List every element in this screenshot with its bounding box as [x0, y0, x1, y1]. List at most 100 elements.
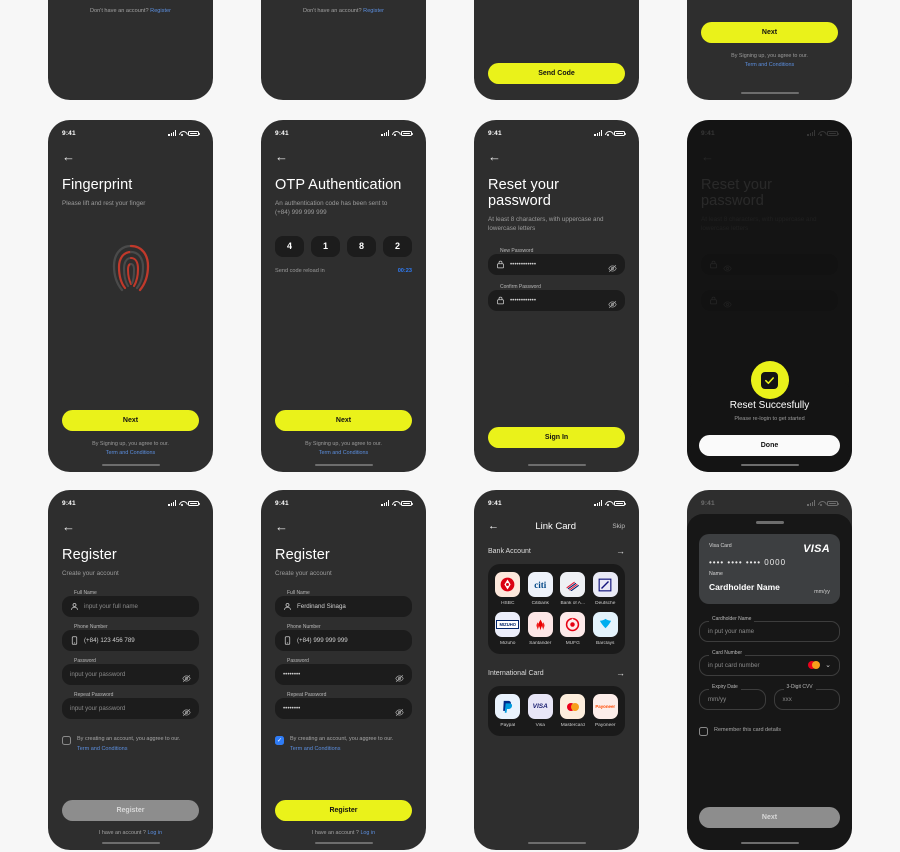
eye-off-icon[interactable] [182, 670, 191, 683]
bank-of-america-logo [560, 572, 586, 597]
battery-icon [401, 500, 413, 506]
card-tile-mastercard[interactable]: Mastercard [559, 694, 587, 728]
bank-tile-deutsche[interactable]: Deutsche [592, 572, 620, 606]
arrow-right-icon[interactable]: → [616, 668, 625, 678]
status-icons [168, 500, 200, 506]
card-number-field[interactable]: Card Number in put card number ⌄ [699, 649, 840, 676]
bank-name: Mizuho [500, 641, 516, 646]
status-icons [168, 130, 200, 136]
expiry-date-field[interactable]: Expiry Date mm/yy [699, 683, 766, 710]
eye-off-icon[interactable] [395, 670, 404, 683]
no-account-text: Don't have an account? [89, 8, 149, 14]
terms-link[interactable]: Term and Conditions [290, 745, 393, 754]
otp-timer: 00:23 [397, 267, 412, 274]
bank-tile-citibank[interactable]: citi Citibank [527, 572, 555, 606]
bank-name: Bank of A... [560, 601, 586, 606]
confirm-password-value: •••••••••••• [510, 296, 536, 304]
status-bar: 9:41 [488, 120, 626, 140]
bank-tile-mizuho[interactable]: MIZUHO Mizuho [494, 612, 522, 646]
back-button[interactable]: ← [275, 150, 291, 163]
new-password-field[interactable]: New Password •••••••••••• [488, 247, 625, 275]
mastercard-circles [566, 702, 579, 711]
skip-button[interactable]: Skip [612, 523, 625, 530]
consent-checkbox[interactable] [62, 736, 71, 746]
next-button[interactable]: Next [62, 409, 199, 431]
hsbc-logo [495, 572, 521, 597]
terms-link[interactable]: Term and Conditions [77, 745, 180, 754]
back-button[interactable]: ← [62, 150, 78, 163]
password-field[interactable]: Password input your password [62, 658, 199, 686]
arrow-right-icon[interactable]: → [616, 546, 625, 556]
remember-card-checkbox[interactable] [699, 726, 708, 736]
confirm-password-field[interactable]: Confirm Password •••••••••••• [488, 283, 625, 311]
otp-digit-2[interactable]: 1 [311, 235, 340, 257]
cardholder-name-field[interactable]: Cardholder Name in put your name [699, 615, 840, 642]
repeat-password-field[interactable]: Repeat Password •••••••• [275, 692, 412, 720]
page-subtitle: Create your account [62, 570, 119, 577]
back-button[interactable]: ← [488, 150, 504, 163]
register-button[interactable]: Register [275, 800, 412, 821]
terms-link[interactable]: Term and Conditions [275, 449, 412, 458]
next-button[interactable]: Next [701, 22, 838, 43]
have-account-text: I have an account ? [98, 830, 146, 836]
signal-icon [168, 500, 176, 506]
full-name-field[interactable]: Full Name input your full name [62, 590, 199, 618]
sheet-grabber[interactable] [755, 521, 784, 524]
back-button[interactable]: ← [62, 520, 78, 533]
send-code-button[interactable]: Send Code [488, 63, 625, 84]
eye-off-icon[interactable] [182, 704, 191, 717]
bank-tile-santander[interactable]: Santander [527, 612, 555, 646]
next-button[interactable]: Next [275, 409, 412, 431]
done-button[interactable]: Done [699, 435, 840, 456]
bank-tiles-row-2: MIZUHO Mizuho Santander MUFG Barclays [494, 612, 619, 646]
battery-icon [401, 130, 413, 136]
confirm-password-label: Confirm Password [497, 283, 544, 290]
wifi-icon [179, 130, 186, 136]
repeat-password-field[interactable]: Repeat Password input your password [62, 692, 199, 720]
phone-number-field[interactable]: Phone Number (+84) 123 456 789 [62, 624, 199, 652]
back-button[interactable]: ← [275, 520, 291, 533]
chevron-down-icon[interactable]: ⌄ [825, 661, 831, 669]
bank-name: MUFG [565, 641, 580, 646]
next-button[interactable]: Next [699, 807, 840, 828]
log-in-link[interactable]: Log in [147, 830, 162, 836]
register-button[interactable]: Register [62, 800, 199, 821]
terms-link[interactable]: Term and Conditions [701, 61, 838, 70]
card-tile-visa[interactable]: VISA Visa [527, 694, 555, 728]
phone-register-filled: 9:41 ← Register Create your account Full… [261, 490, 426, 850]
card-tile-payoneer[interactable]: Payoneer Payoneer [592, 694, 620, 728]
phone-number-field[interactable]: Phone Number (+84) 999 999 999 [275, 624, 412, 652]
eye-off-icon[interactable] [608, 296, 617, 309]
fingerprint-icon[interactable] [62, 240, 199, 296]
card-name-label: Name [709, 570, 723, 577]
back-button[interactable]: ← [488, 520, 499, 532]
log-in-link[interactable]: Log in [360, 830, 375, 836]
bank-tile-barclays[interactable]: Barclays [592, 612, 620, 646]
bank-tile-mufg[interactable]: MUFG [559, 612, 587, 646]
consent-checkbox[interactable]: ✓ [275, 736, 284, 746]
status-bar: 9:41 [275, 490, 413, 510]
otp-digit-3[interactable]: 8 [347, 235, 376, 257]
register-link[interactable]: Register [150, 8, 171, 14]
card-tile-paypal[interactable]: Paypal [494, 694, 522, 728]
bank-account-section-header[interactable]: Bank Account → [488, 546, 625, 556]
status-icons [594, 130, 626, 136]
password-field[interactable]: Password •••••••• [275, 658, 412, 686]
cvv-field[interactable]: 3-Digit CVV xxx [773, 683, 840, 710]
eye-off-icon[interactable] [395, 704, 404, 717]
bank-tile-hsbc[interactable]: HSBC [494, 572, 522, 606]
page-title: Register [62, 547, 117, 563]
sign-in-button[interactable]: Sign In [488, 427, 625, 448]
mizuho-logo: MIZUHO [495, 612, 521, 637]
register-link[interactable]: Register [363, 8, 384, 14]
mufg-logo [560, 612, 586, 637]
bank-tile-bank-of-america[interactable]: Bank of A... [559, 572, 587, 606]
otp-digit-4[interactable]: 2 [383, 235, 412, 257]
eye-off-icon[interactable] [608, 260, 617, 273]
terms-link[interactable]: Term and Conditions [62, 449, 199, 458]
international-card-section-header[interactable]: International Card → [488, 668, 625, 678]
bank-tile-card: HSBC citi Citibank Bank of A... Deutsche… [488, 564, 625, 654]
full-name-field[interactable]: Full Name Ferdinand Sinaga [275, 590, 412, 618]
card-type-label: Visa Card [709, 542, 732, 549]
otp-digit-1[interactable]: 4 [275, 235, 304, 257]
